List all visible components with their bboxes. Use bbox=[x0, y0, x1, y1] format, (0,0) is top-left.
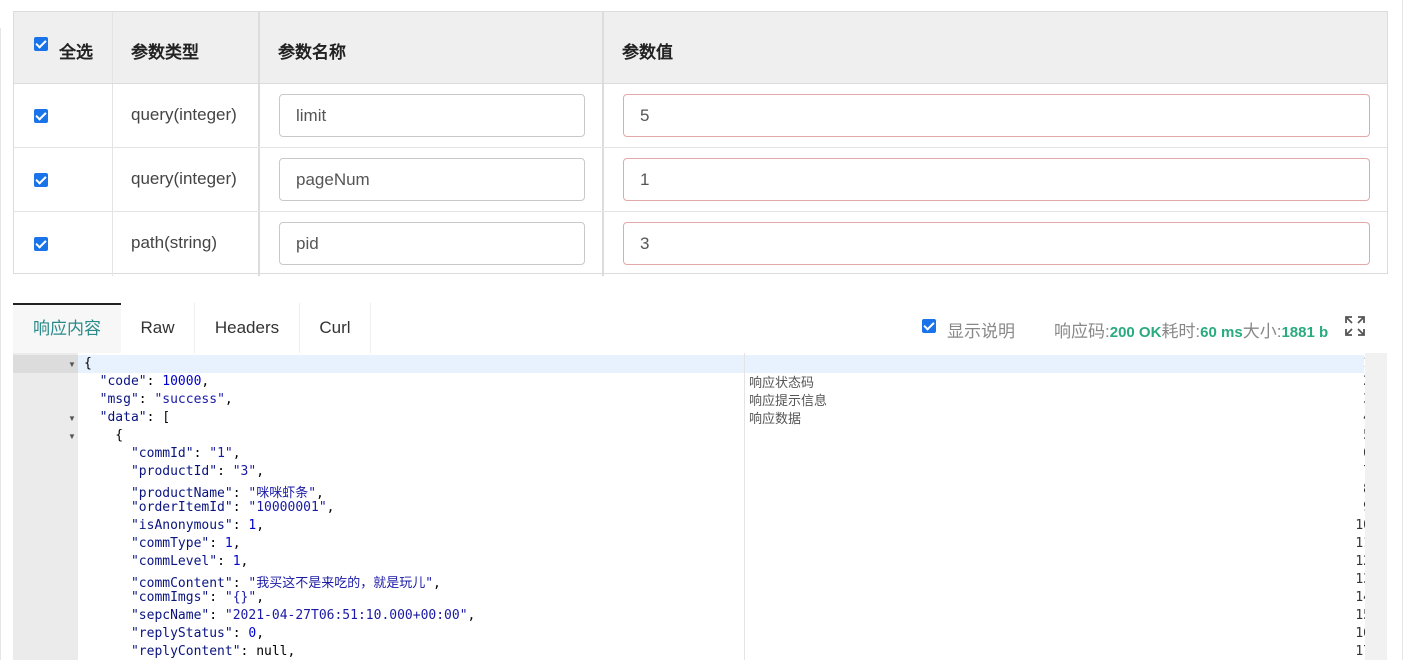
code-line: "isAnonymous": 1, bbox=[130, 518, 265, 533]
code-line: "productId": "3", bbox=[130, 464, 265, 479]
row-value-cell: 3 bbox=[604, 212, 1387, 276]
code-line: { bbox=[84, 356, 92, 371]
right-border bbox=[1402, 0, 1403, 660]
code-line: "data": [ bbox=[99, 410, 171, 425]
param-name-input[interactable]: pageNum bbox=[279, 158, 585, 201]
desc-msg: 响应提示信息 bbox=[749, 394, 828, 409]
row-value-cell: 5 bbox=[604, 84, 1387, 147]
header-value-cell: 参数值 bbox=[604, 12, 1387, 83]
param-row: query(integer) limit 5 bbox=[14, 84, 1387, 148]
code-line: "commLevel": 1, bbox=[130, 554, 249, 569]
row-value-cell: 1 bbox=[604, 148, 1387, 211]
param-row: query(integer) pageNum 1 bbox=[14, 148, 1387, 212]
size-value: 1881 b bbox=[1281, 324, 1329, 341]
tab-headers[interactable]: Headers bbox=[195, 303, 300, 353]
fold-arrow-icon[interactable]: ▼ bbox=[68, 432, 76, 441]
code-line: "replyStatus": 0, bbox=[130, 626, 265, 641]
param-row: path(string) pid 3 bbox=[14, 212, 1387, 276]
row-type-cell: query(integer) bbox=[113, 84, 260, 147]
left-border bbox=[0, 28, 1, 660]
param-type: path(string) bbox=[131, 233, 217, 252]
param-value-input[interactable]: 5 bbox=[623, 94, 1370, 137]
code-line: "commImgs": "{}", bbox=[130, 590, 265, 605]
param-value-input[interactable]: 3 bbox=[623, 222, 1370, 265]
row-name-cell: pageNum bbox=[260, 148, 604, 211]
active-line-highlight bbox=[78, 355, 1364, 373]
param-value-input[interactable]: 1 bbox=[623, 158, 1370, 201]
tab-raw[interactable]: Raw bbox=[121, 303, 195, 353]
code-line: "orderItemId": "10000001", bbox=[130, 500, 335, 515]
row-type-cell: query(integer) bbox=[113, 148, 260, 211]
code-line: "commId": "1", bbox=[130, 446, 241, 461]
header-name-cell: 参数名称 bbox=[260, 12, 604, 83]
response-stats: 响应码:200 OK耗时:60 ms大小:1881 b bbox=[1054, 317, 1328, 342]
code-line: "replyContent": null, bbox=[130, 644, 296, 659]
time-label: 耗时: bbox=[1161, 322, 1201, 341]
param-type: query(integer) bbox=[131, 105, 237, 124]
params-table: 全选 参数类型 参数名称 参数值 query(integer) limit 5 … bbox=[13, 11, 1388, 276]
response-tabs: 响应内容 Raw Headers Curl 显示说明 响应码:200 OK耗时:… bbox=[13, 303, 1388, 353]
code-line: { bbox=[84, 428, 124, 443]
row-name-cell: limit bbox=[260, 84, 604, 147]
line-number-gutter bbox=[13, 353, 78, 660]
header-type-cell: 参数类型 bbox=[113, 12, 260, 83]
row-name-cell: pid bbox=[260, 212, 604, 276]
show-description-checkbox[interactable] bbox=[922, 319, 936, 333]
param-name-input[interactable]: limit bbox=[279, 94, 585, 137]
code-line: "msg": "success", bbox=[99, 392, 233, 407]
row-checkbox[interactable] bbox=[34, 173, 48, 187]
select-all-label: 全选 bbox=[59, 43, 93, 62]
fullscreen-icon[interactable] bbox=[1344, 315, 1366, 337]
col-type-header: 参数类型 bbox=[131, 43, 199, 62]
row-checkbox[interactable] bbox=[34, 109, 48, 123]
row-select-cell bbox=[14, 84, 113, 147]
row-checkbox[interactable] bbox=[34, 237, 48, 251]
param-type: query(integer) bbox=[131, 169, 237, 188]
row-select-cell bbox=[14, 148, 113, 211]
response-code-editor[interactable]: 1▼234▼5▼67891011121314151617 { "code": 1… bbox=[13, 353, 1387, 660]
code-line: "code": 10000, bbox=[99, 374, 210, 389]
code-line: "commContent": "我买这不是来吃的，就是玩儿", bbox=[130, 576, 441, 591]
status-label: 响应码: bbox=[1054, 322, 1110, 341]
tab-response-content[interactable]: 响应内容 bbox=[13, 303, 121, 353]
description-divider bbox=[744, 353, 745, 660]
header-select-cell: 全选 bbox=[14, 12, 113, 83]
row-select-cell bbox=[14, 212, 113, 276]
code-line: "productName": "咪咪虾条", bbox=[130, 486, 324, 501]
fold-arrow-icon[interactable]: ▼ bbox=[68, 360, 76, 369]
time-value: 60 ms bbox=[1200, 324, 1243, 341]
params-table-header: 全选 参数类型 参数名称 参数值 bbox=[14, 12, 1387, 84]
show-description-label: 显示说明 bbox=[947, 322, 1015, 341]
select-all-checkbox[interactable] bbox=[34, 37, 48, 51]
size-label: 大小: bbox=[1242, 322, 1282, 341]
param-name-input[interactable]: pid bbox=[279, 222, 585, 265]
vertical-scrollbar[interactable] bbox=[1365, 353, 1387, 660]
row-type-cell: path(string) bbox=[113, 212, 260, 276]
fold-arrow-icon[interactable]: ▼ bbox=[68, 414, 76, 423]
desc-data: 响应数据 bbox=[749, 412, 802, 427]
tab-curl[interactable]: Curl bbox=[300, 303, 371, 353]
col-value-header: 参数值 bbox=[622, 43, 673, 62]
code-line: "sepcName": "2021-04-27T06:51:10.000+00:… bbox=[130, 608, 476, 623]
code-line: "commType": 1, bbox=[130, 536, 241, 551]
col-name-header: 参数名称 bbox=[278, 43, 346, 62]
desc-code: 响应状态码 bbox=[749, 376, 815, 391]
status-value: 200 OK bbox=[1109, 324, 1162, 341]
